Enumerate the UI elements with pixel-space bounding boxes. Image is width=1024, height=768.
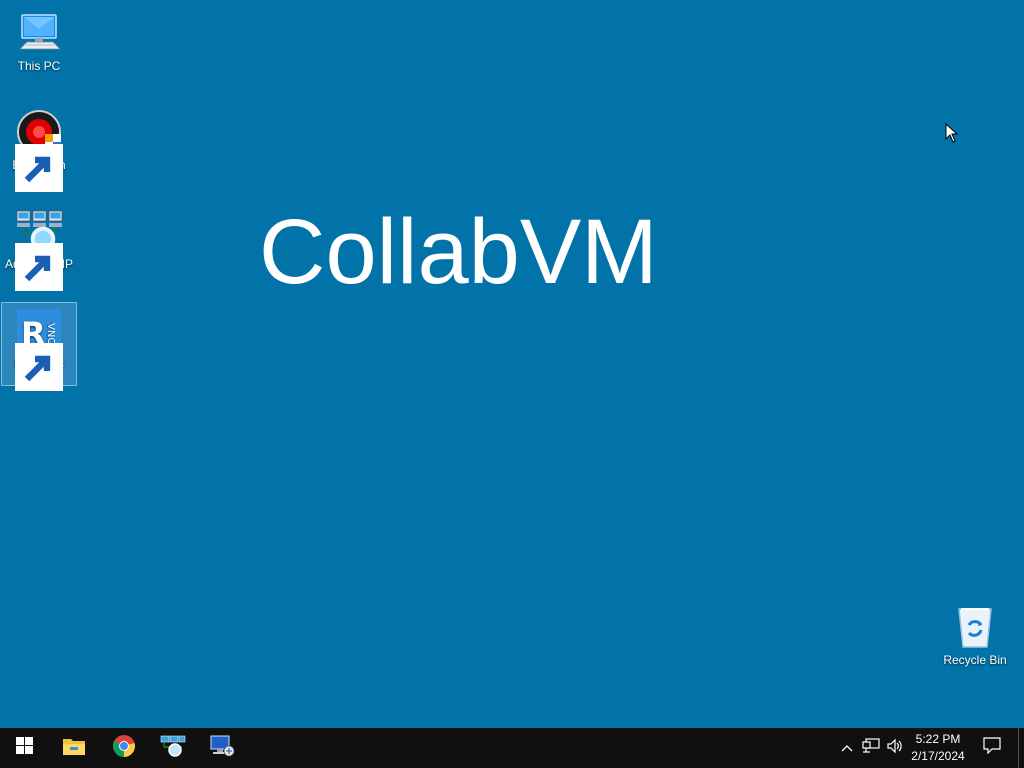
- volume-icon: [886, 738, 904, 759]
- desktop-icon-label: This PC: [17, 59, 61, 73]
- taskbar-file-explorer[interactable]: [50, 728, 98, 768]
- windows-logo-icon: [15, 737, 33, 759]
- wallpaper-title: CollabVM: [259, 201, 658, 303]
- show-desktop-button[interactable]: [1018, 728, 1024, 768]
- network-scanner-icon: [15, 207, 63, 291]
- shortcut-arrow-icon: [15, 343, 63, 391]
- volume-tray-button[interactable]: [884, 728, 906, 768]
- shortcut-arrow-icon: [15, 144, 63, 192]
- taskbar-advanced-ip-scanner[interactable]: [149, 728, 197, 768]
- taskbar: 5:22 PM 2/17/2024: [0, 728, 1024, 768]
- action-center-icon: [983, 737, 1001, 759]
- desktop-icon-this-pc[interactable]: This PC: [1, 3, 77, 74]
- shortcut-arrow-icon: [15, 243, 63, 291]
- taskbar-remote-desktop[interactable]: [198, 728, 246, 768]
- chevron-up-icon: [841, 739, 853, 757]
- realvnc-icon: R VNC: [15, 307, 63, 391]
- network-icon: [862, 737, 880, 759]
- clock-time: 5:22 PM: [915, 732, 961, 746]
- chrome-icon: [112, 734, 136, 763]
- start-button[interactable]: [0, 728, 48, 768]
- desktop-icon-recycle-bin[interactable]: Recycle Bin: [937, 597, 1013, 668]
- desktop[interactable]: CollabVM This PC IP R VNC Recycle Bin: [0, 0, 1024, 728]
- bandicam-icon: [15, 108, 63, 192]
- network-tray-button[interactable]: [860, 728, 882, 768]
- desktop-icon-label: Recycle Bin: [943, 653, 1007, 667]
- svg-text:VNC: VNC: [45, 323, 56, 344]
- action-center-button[interactable]: [978, 728, 1006, 768]
- remote-desktop-icon: [209, 734, 235, 763]
- taskbar-clock[interactable]: 5:22 PM 2/17/2024: [905, 731, 971, 765]
- advanced-ip-scanner-icon: [160, 734, 186, 763]
- mouse-pointer-icon: [945, 122, 959, 143]
- desktop-icon-advanced-ip-scanner[interactable]: Advanced IP Scanner: [1, 201, 77, 291]
- recycle-bin-icon: [951, 603, 999, 651]
- desktop-icon-realvnc-viewer[interactable]: R VNC RealVNC Viewer: [1, 302, 77, 391]
- show-hidden-icons-button[interactable]: [838, 728, 856, 768]
- computer-icon: [15, 9, 63, 57]
- clock-date: 2/17/2024: [911, 749, 965, 763]
- file-explorer-icon: [62, 736, 86, 761]
- taskbar-chrome[interactable]: [100, 728, 148, 768]
- desktop-icon-bandicam[interactable]: Bandicam: [1, 102, 77, 192]
